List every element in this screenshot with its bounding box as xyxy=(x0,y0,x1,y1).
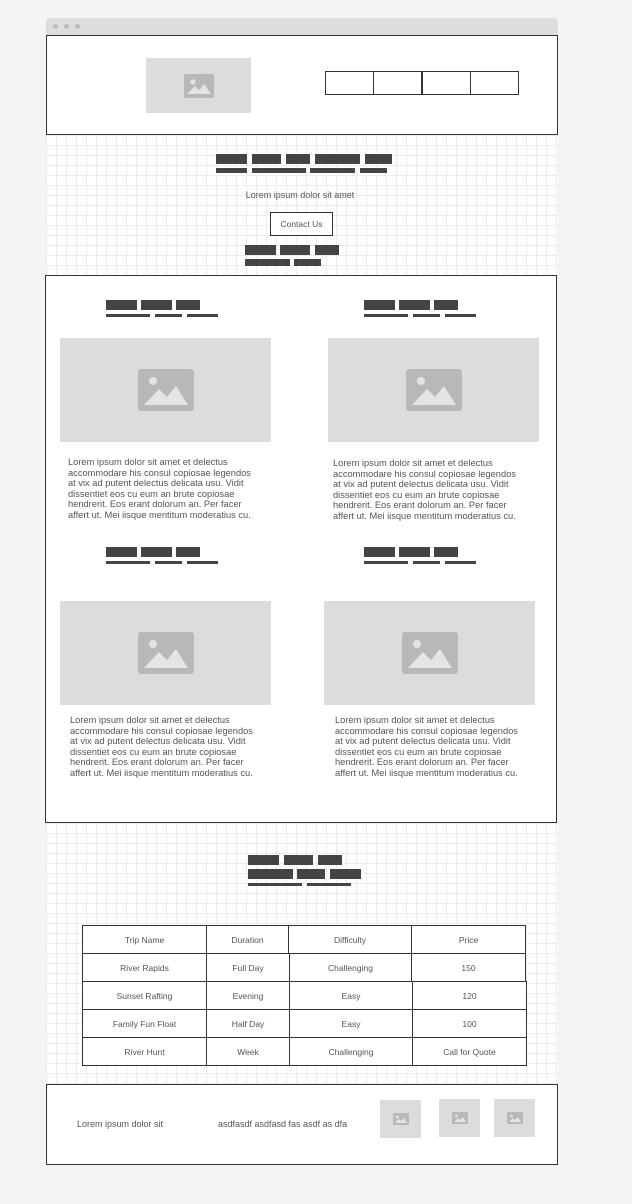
footer-image-placeholder xyxy=(439,1099,480,1137)
card-title-block xyxy=(106,547,137,557)
window-dot xyxy=(53,24,58,29)
card-subtitle-block xyxy=(155,314,182,317)
hero-tagline: Lorem ipsum dolor sit amet xyxy=(245,190,355,200)
table-cell: River Rapids xyxy=(82,953,207,982)
table-cell: Challenging xyxy=(289,1037,413,1066)
table-cell: Easy xyxy=(289,1009,413,1038)
pricing-title-block xyxy=(318,855,342,865)
pricing-title-block xyxy=(284,855,313,865)
card-body-text: Lorem ipsum dolor sit amet et delectus a… xyxy=(335,715,518,778)
image-icon xyxy=(137,369,194,411)
table-cell: 120 xyxy=(412,981,527,1010)
card-image-placeholder xyxy=(60,601,271,705)
image-icon xyxy=(392,1113,409,1125)
pricing-subtitle-block xyxy=(248,883,302,886)
card-title-block xyxy=(399,300,430,310)
card-subtitle-block xyxy=(413,314,440,317)
hero-title-block xyxy=(216,154,247,164)
image-icon xyxy=(405,369,462,411)
footer-image-placeholder xyxy=(380,1100,421,1138)
table-cell: Easy xyxy=(289,981,413,1010)
card-subtitle-block xyxy=(364,314,408,317)
card-title-block xyxy=(106,300,137,310)
card-title-block xyxy=(364,547,395,557)
card-title-block xyxy=(176,547,200,557)
pricing-title-block xyxy=(248,869,293,879)
pricing-title-block xyxy=(248,855,279,865)
card-title-block xyxy=(141,300,172,310)
hero-subtitle-block xyxy=(252,168,306,173)
table-cell: Evening xyxy=(206,981,290,1010)
card-subtitle-block xyxy=(106,561,150,564)
image-icon xyxy=(451,1112,468,1124)
pricing-title-block xyxy=(297,869,325,879)
footer-text: asdfasdf asdfasd fas asdf as dfa xyxy=(218,1119,348,1129)
card-subtitle-block xyxy=(364,561,408,564)
hero-caption-block xyxy=(280,245,310,255)
table-cell: Full Day xyxy=(206,953,290,982)
hero-title-block xyxy=(286,154,310,164)
hero-caption-block xyxy=(245,259,290,266)
table-cell: Family Fun Float xyxy=(82,1009,207,1038)
hero-title-block xyxy=(365,154,392,164)
card-body-text: Lorem ipsum dolor sit amet et delectus a… xyxy=(68,457,251,520)
window-dot xyxy=(64,24,69,29)
contact-button[interactable]: Contact Us xyxy=(270,212,333,236)
card-image-placeholder xyxy=(324,601,535,705)
hero-caption-block xyxy=(315,245,339,255)
image-icon xyxy=(183,73,214,98)
window-dot xyxy=(75,24,80,29)
nav-item[interactable] xyxy=(470,71,519,95)
image-icon xyxy=(401,632,458,674)
hero-subtitle-block xyxy=(216,168,247,173)
image-icon xyxy=(137,632,194,674)
card-subtitle-block xyxy=(187,561,218,564)
nav-item[interactable] xyxy=(325,71,374,95)
card-body-text: Lorem ipsum dolor sit amet et delectus a… xyxy=(70,715,253,778)
card-subtitle-block xyxy=(187,314,218,317)
table-cell: 150 xyxy=(411,953,526,982)
hero-caption-block xyxy=(245,245,276,255)
hero-subtitle-block xyxy=(360,168,387,173)
card-title-block xyxy=(434,300,458,310)
pricing-subtitle-block xyxy=(307,883,351,886)
logo-image-placeholder xyxy=(146,58,251,113)
table-cell: River Hunt xyxy=(82,1037,207,1066)
window-titlebar xyxy=(46,18,558,35)
table-cell: Half Day xyxy=(206,1009,290,1038)
card-subtitle-block xyxy=(413,561,440,564)
nav-item[interactable] xyxy=(422,71,471,95)
footer-image-placeholder xyxy=(494,1099,535,1137)
hero-subtitle-block xyxy=(310,168,355,173)
table-cell: Challenging xyxy=(289,953,412,982)
table-cell: 100 xyxy=(412,1009,527,1038)
hero-title-block xyxy=(315,154,360,164)
footer-text: Lorem ipsum dolor sit xyxy=(77,1119,164,1129)
table-header-cell: Price xyxy=(411,925,526,954)
table-header-cell: Difficulty xyxy=(288,925,412,954)
card-body-text: Lorem ipsum dolor sit amet et delectus a… xyxy=(333,458,516,521)
card-subtitle-block xyxy=(155,561,182,564)
card-title-block xyxy=(364,300,395,310)
table-cell: Sunset Rafting xyxy=(82,981,207,1010)
hero-title-block xyxy=(252,154,281,164)
table-header-cell: Trip Name xyxy=(82,925,207,954)
nav-item[interactable] xyxy=(373,71,422,95)
hero-caption-block xyxy=(294,259,321,266)
card-image-placeholder xyxy=(60,338,271,442)
card-subtitle-block xyxy=(445,561,476,564)
card-subtitle-block xyxy=(445,314,476,317)
table-header-cell: Duration xyxy=(206,925,289,954)
card-image-placeholder xyxy=(328,338,539,442)
card-subtitle-block xyxy=(106,314,150,317)
table-cell: Call for Quote xyxy=(412,1037,527,1066)
card-title-block xyxy=(399,547,430,557)
image-icon xyxy=(506,1112,523,1124)
card-title-block xyxy=(434,547,458,557)
card-title-block xyxy=(176,300,200,310)
pricing-title-block xyxy=(330,869,361,879)
table-cell: Week xyxy=(206,1037,290,1066)
card-title-block xyxy=(141,547,172,557)
